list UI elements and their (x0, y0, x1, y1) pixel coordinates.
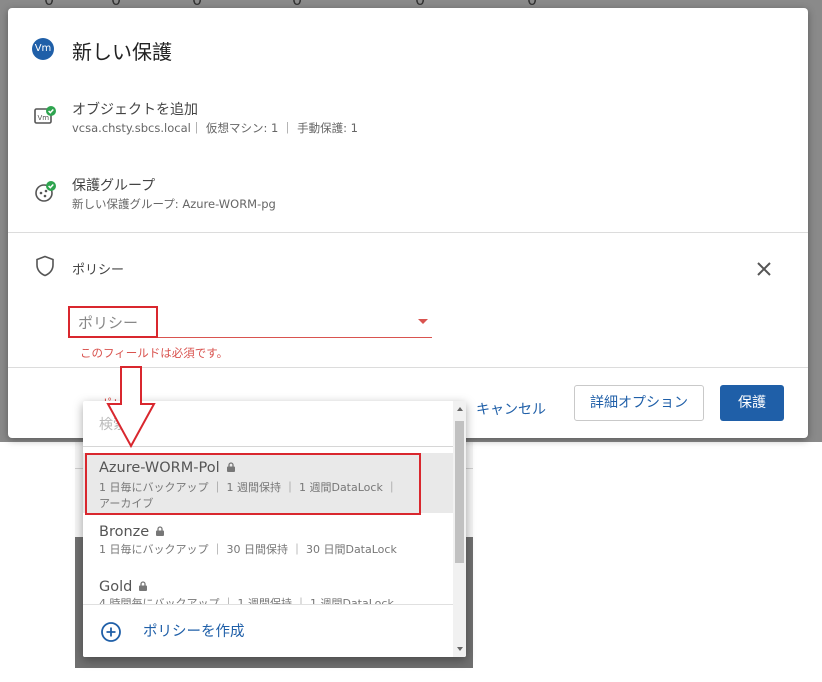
policy-option-bronze[interactable]: Bronze 1 日毎にバックアップ ｜ 30 日間保持 ｜ 30 日間Data… (83, 518, 453, 570)
policy-option-name: Gold (99, 579, 148, 595)
plus-circle-icon (101, 622, 121, 642)
cancel-button[interactable]: キャンセル (470, 393, 552, 427)
protection-group-summary: 新しい保護グループ: Azure-WORM-pg (72, 197, 276, 211)
annotation-highlight-option (85, 453, 421, 515)
protect-button[interactable]: 保護 (720, 385, 784, 421)
lock-icon (139, 581, 148, 591)
scroll-down-icon[interactable] (457, 647, 463, 651)
create-policy-button[interactable]: ポリシーを作成 (83, 604, 453, 657)
protection-group-title: 保護グループ (72, 178, 156, 194)
create-policy-label: ポリシーを作成 (143, 624, 245, 640)
background-page-area (0, 442, 75, 682)
scrollbar-thumb[interactable] (455, 421, 464, 563)
divider (8, 232, 808, 233)
close-icon[interactable] (752, 257, 776, 281)
annotation-down-arrow-icon (106, 366, 156, 448)
policy-required-error: このフィールドは必須です。 (80, 346, 229, 360)
dropdown-scrollbar[interactable] (453, 401, 466, 657)
policy-section-title: ポリシー (72, 263, 125, 278)
caret-down-icon (418, 319, 428, 324)
dialog-title: 新しい保護 (72, 40, 172, 64)
policy-name-text: Bronze (99, 524, 150, 540)
policy-name-text: Gold (99, 579, 133, 595)
lock-icon (156, 526, 165, 536)
policy-option-desc: 1 日毎にバックアップ ｜ 30 日間保持 ｜ 30 日間DataLock (99, 543, 397, 556)
vm-check-icon: Vm (34, 106, 56, 124)
scroll-up-icon[interactable] (457, 407, 463, 411)
add-objects-summary: vcsa.chsty.sbcs.local｜ 仮想マシン: 1 ｜ 手動保護: … (72, 121, 358, 135)
policy-option-name: Bronze (99, 524, 165, 540)
add-objects-title: オブジェクトを追加 (72, 102, 198, 118)
vm-badge-icon: Vm (32, 38, 54, 60)
annotation-highlight-select (68, 306, 158, 338)
svg-text:Vm: Vm (38, 114, 50, 122)
shield-icon (36, 255, 54, 277)
policy-option-gold[interactable]: Gold 4 時間毎にバックアップ ｜ 1 週間保持 ｜ 1 週間DataLoc… (83, 573, 453, 607)
advanced-options-button[interactable]: 詳細オプション (574, 385, 704, 421)
protection-group-check-icon (35, 181, 56, 202)
